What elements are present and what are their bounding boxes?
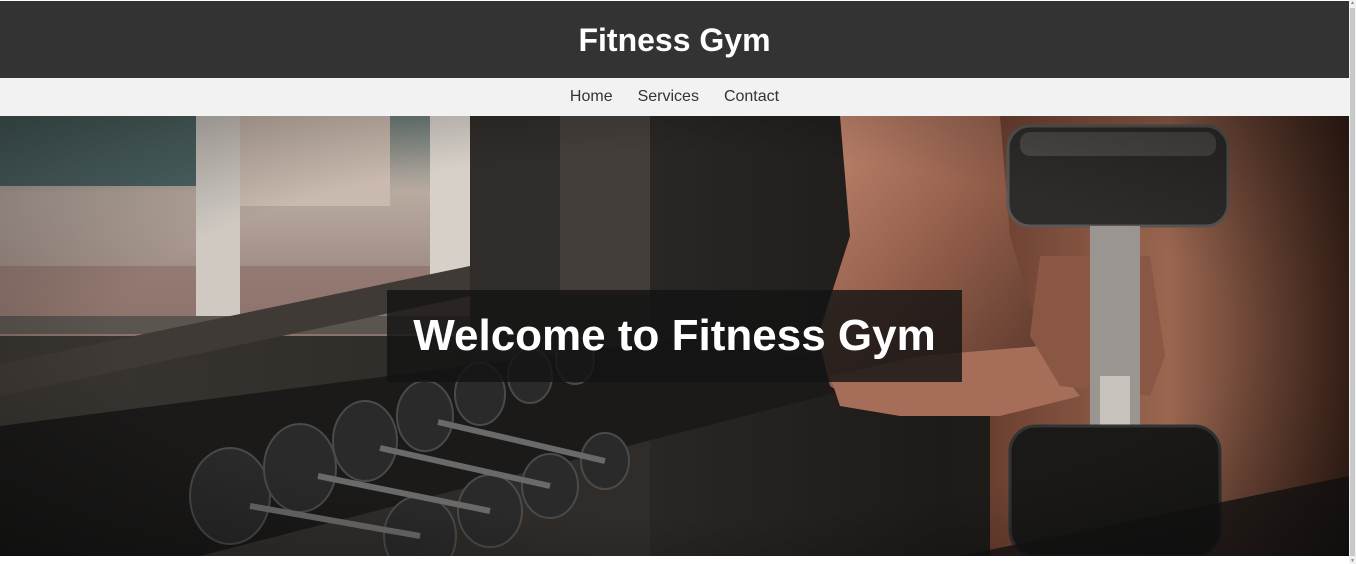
- nav-bar: Home Services Contact: [0, 78, 1349, 116]
- hero-section: Welcome to Fitness Gym: [0, 116, 1349, 556]
- vertical-scrollbar[interactable]: ▲ ▼: [1349, 0, 1356, 564]
- scroll-down-arrow-icon[interactable]: ▼: [1349, 558, 1356, 564]
- hero-caption: Welcome to Fitness Gym: [387, 290, 962, 382]
- scrollbar-thumb[interactable]: [1350, 8, 1355, 556]
- hero-heading: Welcome to Fitness Gym: [413, 311, 936, 360]
- scroll-up-arrow-icon[interactable]: ▲: [1349, 0, 1356, 6]
- nav-link-contact[interactable]: Contact: [724, 88, 779, 106]
- nav-link-services[interactable]: Services: [638, 88, 699, 106]
- site-title: Fitness Gym: [578, 21, 771, 58]
- site-header: Fitness Gym: [0, 1, 1349, 78]
- page: Fitness Gym Home Services Contact Welcom…: [0, 0, 1349, 564]
- nav-link-home[interactable]: Home: [570, 88, 613, 106]
